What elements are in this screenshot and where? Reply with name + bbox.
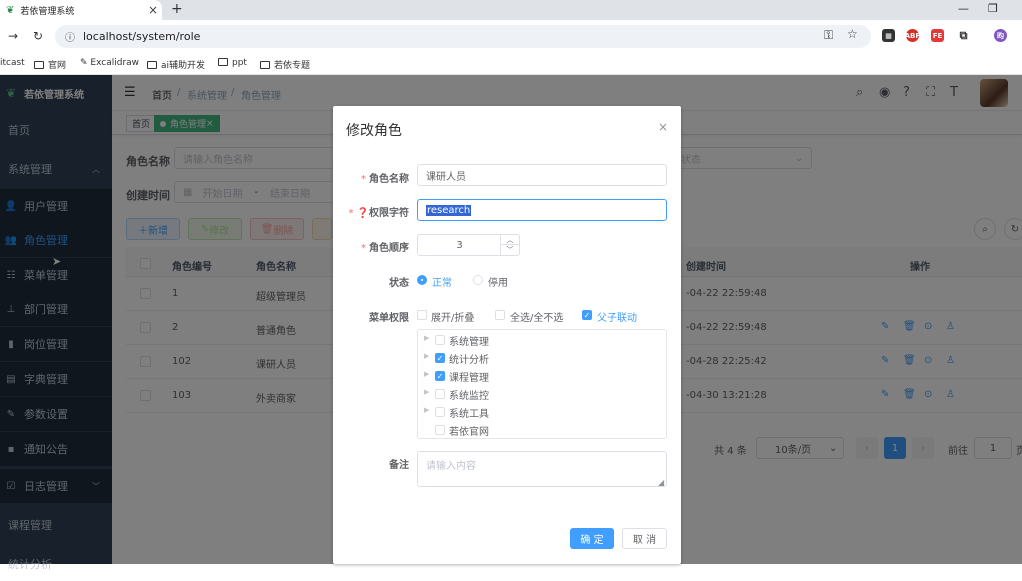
tree-node[interactable]: ▶ ✓ 课程管理 (418, 367, 666, 385)
tree-checkbox[interactable] (435, 335, 445, 345)
decrement-icon[interactable]: ﹀ (500, 245, 519, 255)
url-field[interactable]: ⓘ localhost/system/role (55, 25, 871, 48)
excalidraw-icon: ✎ (80, 58, 91, 68)
forward-icon[interactable]: → (8, 29, 18, 43)
bookmark-official[interactable]: 官网 (34, 58, 66, 71)
tab-close-icon[interactable]: × (148, 3, 158, 17)
tree-checkbox[interactable]: ✓ (435, 353, 445, 363)
adblock-icon[interactable]: ABP (905, 29, 920, 42)
edit-role-dialog: 修改角色 × * 角色名称 课研人员 * ❓权限字符 research * 角色顺序 … (333, 106, 681, 564)
select-all-label[interactable]: 全选/全不选 (510, 309, 563, 324)
role-name-input[interactable]: 课研人员 (417, 164, 667, 186)
browser-tab[interactable]: ❦ 若依管理系统 × (0, 0, 162, 20)
profile-avatar[interactable]: 昀 (994, 29, 1007, 42)
question-circle-icon[interactable]: ❓ (357, 208, 369, 219)
remark-label: 备注 (389, 460, 409, 471)
select-all-checkbox[interactable] (495, 310, 505, 320)
tree-node[interactable]: ▶ 系统工具 (418, 403, 666, 421)
site-info-icon[interactable]: ⓘ (65, 29, 75, 44)
tree-checkbox[interactable] (435, 407, 445, 417)
bookmark-ppt[interactable]: ppt (218, 58, 247, 68)
tree-node[interactable]: ▶ 系统管理 (418, 331, 666, 349)
tree-node[interactable]: ▶ ✓ 统计分析 (418, 349, 666, 367)
status-label: 状态 (389, 278, 409, 289)
bookmarks-bar: itcast 官网 ✎ Excalidraw ai辅助开发 ppt 若依专题 (0, 53, 1022, 75)
caret-right-icon[interactable]: ▶ (424, 334, 429, 342)
perm-key-label: * ❓权限字符 (348, 208, 409, 219)
puzzle-icon[interactable]: ⧉ (957, 29, 970, 42)
confirm-button[interactable]: 确 定 (570, 528, 614, 549)
perm-key-input[interactable]: research (417, 199, 667, 221)
close-icon[interactable]: × (658, 120, 668, 134)
parent-child-link-checkbox[interactable]: ✓ (582, 310, 592, 320)
caret-right-icon[interactable]: ▶ (424, 370, 429, 378)
minimize-icon[interactable]: — (958, 2, 969, 15)
expand-collapse-checkbox[interactable] (417, 310, 427, 320)
menu-tree: ▶ 系统管理 ▶ ✓ 统计分析 ▶ ✓ 课程管理 ▶ 系统监控 ▶ 系统工具 若依官网 (417, 329, 667, 439)
cancel-button[interactable]: 取 消 (622, 528, 667, 549)
maximize-icon[interactable]: ❐ (988, 2, 998, 15)
expand-collapse-label[interactable]: 展开/折叠 (431, 309, 474, 324)
dialog-title: 修改角色 (346, 123, 402, 139)
bookmark-ruoyi[interactable]: 若依专题 (260, 58, 310, 71)
role-order-label: * 角色顺序 (361, 243, 409, 254)
address-bar: → ↻ ⓘ localhost/system/role ⚿ ☆ (0, 20, 1022, 53)
folder-icon (260, 61, 270, 69)
status-normal-radio[interactable] (417, 275, 427, 285)
tree-checkbox[interactable]: ✓ (435, 371, 445, 381)
bookmark-ai[interactable]: ai辅助开发 (147, 58, 205, 71)
status-disabled-label[interactable]: 停用 (488, 274, 508, 289)
new-tab-button[interactable]: + (171, 1, 183, 17)
tree-checkbox[interactable] (435, 389, 445, 399)
folder-icon (34, 61, 44, 69)
increment-icon[interactable]: ︿ (500, 235, 519, 245)
parent-child-link-label[interactable]: 父子联动 (597, 309, 637, 324)
bookmark-itcast[interactable]: itcast (0, 58, 25, 68)
fe-helper-icon[interactable]: FE (931, 29, 944, 42)
role-name-label: * 角色名称 (361, 174, 409, 185)
resize-handle-icon[interactable]: ◢ (658, 478, 664, 487)
caret-right-icon[interactable]: ▶ (424, 352, 429, 360)
reload-icon[interactable]: ↻ (33, 29, 43, 43)
key-icon[interactable]: ⚿ (824, 28, 833, 43)
caret-right-icon[interactable]: ▶ (424, 388, 429, 396)
remark-textarea[interactable]: 请输入内容 ◢ (417, 451, 667, 487)
browser-tab-strip: ❦ 若依管理系统 × + — ❐ (0, 0, 1022, 20)
tree-checkbox[interactable] (435, 425, 445, 435)
tab-title: 若依管理系统 (20, 6, 75, 17)
star-icon[interactable]: ☆ (847, 27, 858, 41)
folder-icon (218, 58, 228, 66)
status-disabled-radio[interactable] (473, 275, 483, 285)
bookmark-excalidraw[interactable]: ✎ Excalidraw (80, 58, 139, 68)
status-normal-label[interactable]: 正常 (432, 274, 452, 289)
tree-node[interactable]: 若依官网 (418, 421, 666, 438)
extension-icon[interactable]: ▦ (882, 29, 895, 42)
tree-node[interactable]: ▶ 系统监控 (418, 385, 666, 403)
leaf-logo-icon: ❦ (6, 4, 15, 16)
caret-right-icon[interactable]: ▶ (424, 406, 429, 414)
menu-perm-label: 菜单权限 (369, 313, 409, 324)
url-text: localhost/system/role (83, 30, 201, 43)
folder-icon (147, 61, 157, 69)
role-order-stepper[interactable]: 3 ︿ ﹀ (417, 234, 520, 256)
